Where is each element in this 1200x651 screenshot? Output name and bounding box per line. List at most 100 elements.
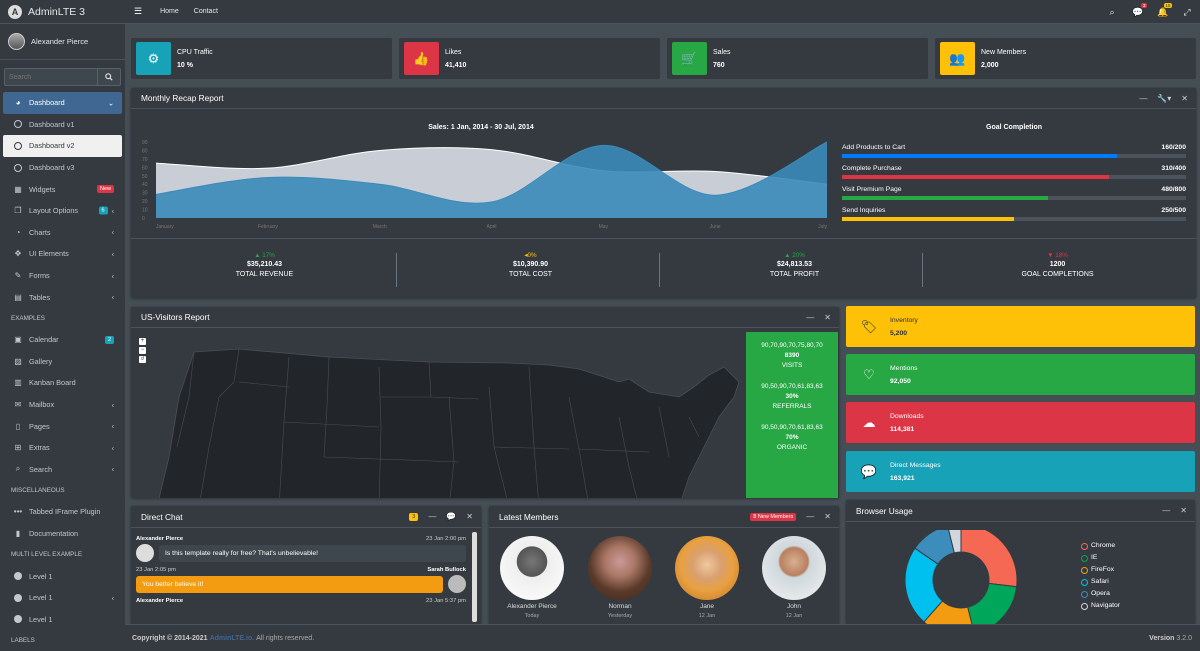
chat-message: 23 Jan 2:05 pm Sarah Bullock You better b…: [136, 567, 466, 593]
close-icon[interactable]: ✕: [824, 313, 831, 322]
scrollbar[interactable]: [472, 532, 477, 622]
nav-level-1[interactable]: Level 1: [3, 608, 122, 630]
card-tools: — ✕: [1162, 500, 1187, 521]
nav-widgets[interactable]: ▦ Widgets New: [3, 178, 122, 200]
search-icon[interactable]: ⌕: [1107, 7, 1117, 18]
small-box-downloads: ☁ Downloads 114,381: [846, 402, 1195, 443]
nav-contact-link[interactable]: Contact: [194, 8, 218, 15]
nav-label: Dashboard: [29, 98, 65, 108]
minus-icon[interactable]: —: [806, 512, 814, 521]
avatar: [448, 575, 466, 593]
nav-dashboard-v3[interactable]: Dashboard v3: [3, 157, 122, 179]
x-tick-label: April: [486, 224, 496, 230]
box-value: 5,200: [890, 329, 908, 337]
nav-tables[interactable]: ▤ Tables ‹: [3, 286, 122, 308]
chevron-left-icon: ‹: [111, 227, 114, 237]
brand-link[interactable]: A AdminLTE 3: [0, 0, 125, 24]
nav-calendar[interactable]: ▣ Calendar 2: [3, 329, 122, 351]
user-panel[interactable]: Alexander Pierce: [0, 24, 125, 60]
donut-slice[interactable]: [967, 582, 1018, 624]
filled-circle-icon: [12, 572, 24, 581]
card-title: Monthly Recap Report: [141, 93, 224, 103]
sidebar-search-button[interactable]: [97, 68, 121, 86]
ellipsis-icon: •••: [13, 507, 23, 517]
nav-documentation[interactable]: ▮ Documentation: [3, 523, 122, 545]
card-title: Browser Usage: [856, 505, 913, 516]
goal-label: Send Inquiries: [842, 207, 886, 214]
amount: $10,390.90: [512, 261, 549, 268]
messages-icon[interactable]: 💬 3: [1132, 2, 1147, 18]
close-icon[interactable]: ✕: [466, 512, 473, 521]
bell-icon[interactable]: 🔔 15: [1157, 2, 1172, 18]
donut-slice[interactable]: [960, 530, 1018, 588]
zoom-out-icon[interactable]: −: [139, 347, 146, 354]
sidebar-search-input[interactable]: [4, 68, 97, 86]
nav-search[interactable]: ⌕ Search ‹: [3, 459, 122, 481]
member-item[interactable]: John 12 Jan: [755, 536, 833, 619]
nav-dashboard[interactable]: ◕ Dashboard ⌄: [3, 92, 122, 114]
columns-icon: ▥: [14, 378, 22, 388]
legend-dot: [1081, 554, 1088, 562]
progress-bar: [842, 196, 1186, 200]
fullscreen-icon[interactable]: ⤢: [1182, 7, 1192, 18]
filled-circle-icon: [12, 615, 24, 624]
minus-icon[interactable]: —: [1139, 94, 1147, 103]
info-box-value: 2,000: [981, 61, 999, 69]
sales-area-chart: 0 10 20 30 40 50 60 70 80 90 January February March A…: [142, 140, 827, 230]
user-name[interactable]: Alexander Pierce: [31, 37, 88, 46]
nav-forms[interactable]: ✎ Forms ‹: [3, 265, 122, 287]
close-icon[interactable]: ✕: [824, 512, 831, 521]
adminlte-link[interactable]: AdminLTE.io.: [210, 635, 255, 642]
stat-value: 8390: [784, 352, 800, 359]
wrench-icon[interactable]: 🔧▾: [1157, 94, 1171, 103]
card-title: Latest Members: [499, 511, 559, 522]
stat-revenue: ▲ 17% $35,210.43 TOTAL REVENUE: [133, 252, 396, 292]
box-label: Mentions: [890, 364, 918, 372]
close-icon[interactable]: ✕: [1181, 94, 1188, 103]
nav-label: Level 1: [29, 614, 53, 624]
notifications-badge: 15: [1163, 2, 1172, 8]
nav-pages[interactable]: ▯ Pages ‹: [3, 415, 122, 437]
nav-dashboard-v2[interactable]: Dashboard v2: [3, 135, 122, 157]
y-tick-label: 40: [142, 182, 148, 188]
nav-level-1[interactable]: Level 1: [3, 565, 122, 587]
nav-extras[interactable]: ⊞ Extras ‹: [3, 437, 122, 459]
info-box-likes: 👍 Likes 41,410: [399, 38, 660, 79]
nav-ui-elements[interactable]: ✥ UI Elements ‹: [3, 243, 122, 265]
legend-dot: [1081, 578, 1088, 586]
nav-gallery[interactable]: ▨ Gallery: [3, 351, 122, 373]
comments-icon[interactable]: 💬: [446, 512, 456, 521]
nav-tabbed-iframe[interactable]: ••• Tabbed IFrame Plugin: [3, 501, 122, 523]
minus-icon[interactable]: —: [428, 512, 436, 521]
minus-icon[interactable]: —: [806, 313, 814, 322]
nav-home-link[interactable]: Home: [160, 8, 179, 15]
member-item[interactable]: Alexander Pierce Today: [493, 536, 571, 619]
zoom-reset-icon[interactable]: ↺: [139, 356, 146, 363]
rights-text: All rights reserved.: [256, 634, 315, 642]
comment-icon: 💬: [860, 463, 878, 479]
dashboard-icon: ◕: [15, 98, 21, 108]
member-item[interactable]: Jane 12 Jan: [668, 536, 746, 619]
legend-item: Safari: [1081, 576, 1120, 588]
nav-layout-options[interactable]: ❐ Layout Options 6 ‹: [3, 200, 122, 222]
stat-label: ORGANIC: [776, 444, 808, 451]
nav-mailbox[interactable]: ✉ Mailbox ‹: [3, 394, 122, 416]
nav-level-1[interactable]: Level 1 ‹: [3, 587, 122, 609]
close-icon[interactable]: ✕: [1180, 506, 1187, 515]
info-box-value: 41,410: [445, 61, 467, 69]
nav-kanban[interactable]: ▥ Kanban Board: [3, 372, 122, 394]
minus-icon[interactable]: —: [1162, 506, 1170, 515]
member-item[interactable]: Norman Yesterday: [581, 536, 659, 619]
stat-value: 70%: [785, 434, 799, 441]
zoom-in-icon[interactable]: +: [139, 338, 146, 345]
menu-toggle-icon[interactable]: ☰: [134, 6, 142, 17]
nav-dashboard-v1[interactable]: Dashboard v1: [3, 114, 122, 136]
sender-name: Sarah Bullock: [427, 567, 466, 573]
user-avatar: [8, 33, 25, 50]
nav-charts[interactable]: ◔ Charts ‹: [3, 222, 122, 244]
goal-value: 310/400: [1161, 165, 1186, 172]
chat-badge: 3: [409, 512, 419, 521]
stat-label: VISITS: [781, 362, 803, 369]
x-tick-label: February: [258, 224, 279, 230]
member-date: 12 Jan: [785, 613, 803, 619]
